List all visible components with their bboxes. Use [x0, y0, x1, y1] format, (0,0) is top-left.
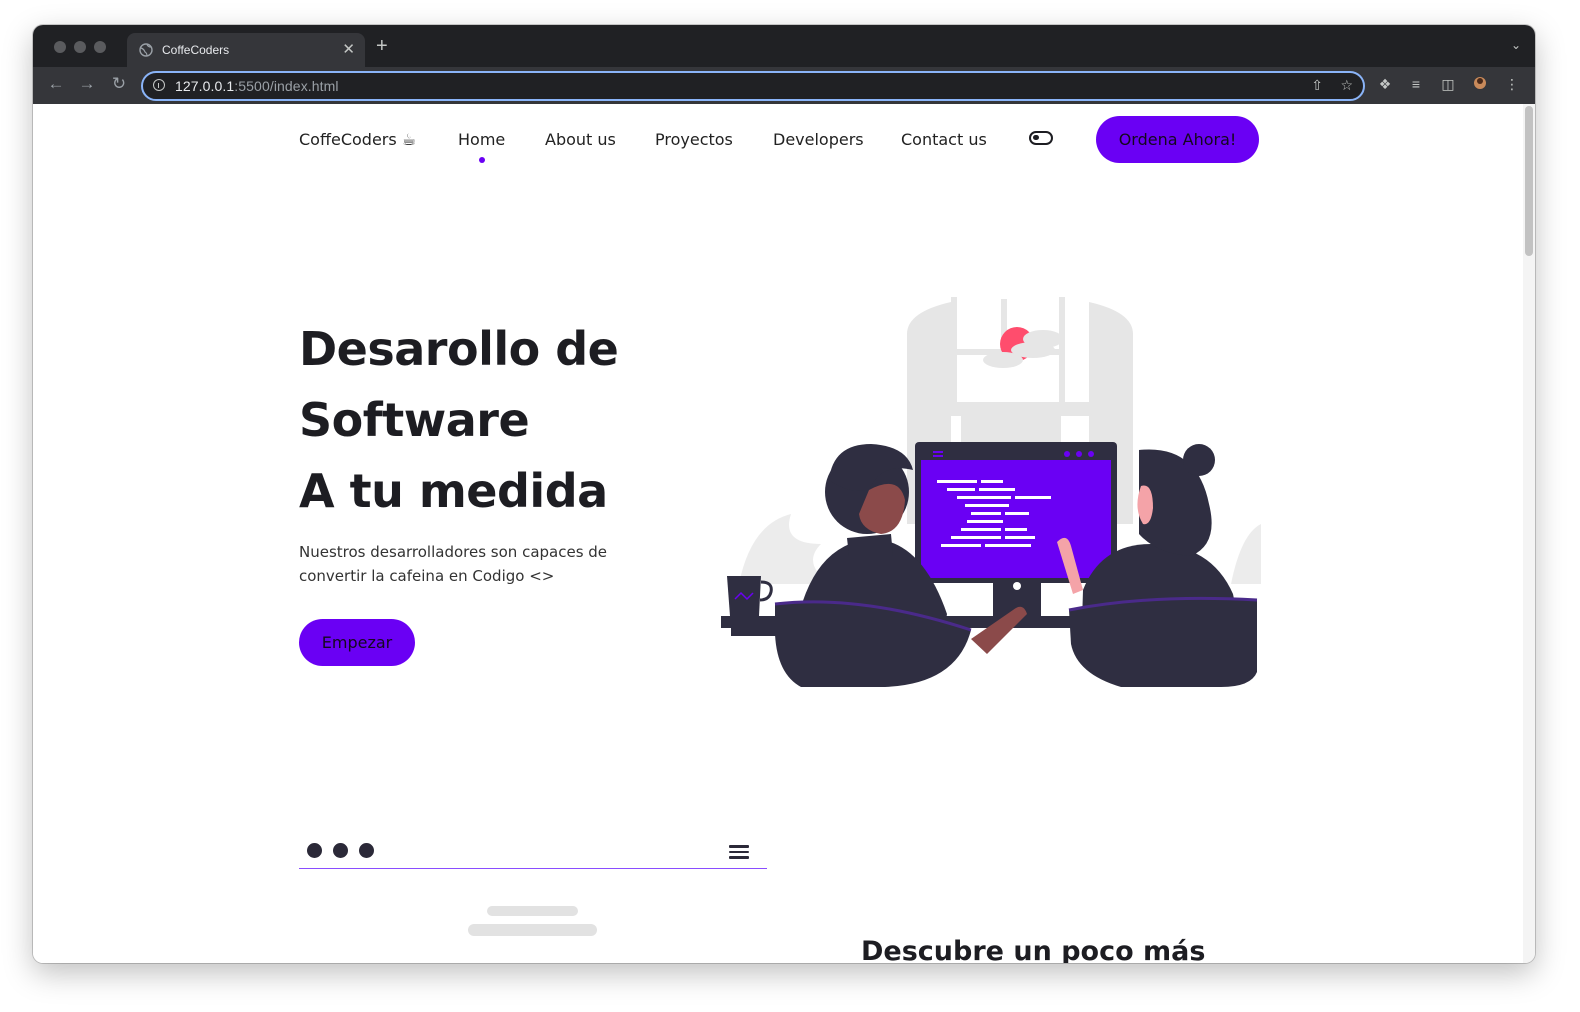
hero-description: Nuestros desarrolladores son capaces de …	[299, 543, 608, 585]
new-tab-button[interactable]: +	[376, 35, 388, 58]
side-panel-icon[interactable]: ◫	[1440, 76, 1456, 92]
url-host: 127.0.0.1	[175, 78, 235, 94]
order-now-button[interactable]: Ordena Ahora!	[1096, 116, 1259, 163]
scrollbar-thumb[interactable]	[1525, 106, 1533, 256]
reading-list-icon[interactable]: ≡	[1408, 76, 1424, 92]
profile-avatar-icon[interactable]	[1472, 76, 1488, 92]
hero-title: Desarollo de Software A tu medida	[299, 314, 619, 527]
skeleton-line	[487, 906, 578, 916]
skeleton-line	[468, 924, 597, 936]
maximize-window-button[interactable]	[94, 41, 106, 53]
tab-search-chevron-icon[interactable]: ⌄	[1511, 38, 1521, 52]
mockup-dot	[307, 843, 322, 858]
browser-toolbar: ← → ↻ 127.0.0.1:5500/index.html ⇧ ☆ ❖ ≡ …	[33, 67, 1535, 104]
globe-icon	[139, 43, 153, 57]
hero-title-line: A tu medida	[299, 464, 608, 518]
nav-link-proyectos[interactable]: Proyectos	[655, 130, 733, 149]
browser-tab[interactable]: CoffeCoders ✕	[127, 33, 365, 67]
hero-title-line: Desarollo de	[299, 322, 619, 376]
page-viewport: CoffeCoders ☕ Home About us Proyectos De…	[33, 104, 1523, 963]
developers-illustration	[721, 297, 1261, 687]
address-bar[interactable]: 127.0.0.1:5500/index.html ⇧ ☆	[141, 71, 1365, 101]
site-logo[interactable]: CoffeCoders ☕	[299, 130, 416, 149]
tab-title: CoffeCoders	[162, 43, 230, 57]
url-text: 127.0.0.1:5500/index.html	[175, 78, 339, 94]
theme-toggle-icon[interactable]	[1029, 131, 1053, 145]
mockup-dot	[333, 843, 348, 858]
browser-window: CoffeCoders ✕ + ⌄ ← → ↻ 127.0.0.1:5500/i…	[33, 25, 1535, 963]
browser-menu-icon[interactable]: ⋮	[1504, 76, 1520, 92]
section-title: Descubre un poco más	[861, 936, 1206, 963]
site-info-icon[interactable]	[153, 79, 165, 91]
nav-link-contact[interactable]: Contact us	[901, 130, 987, 149]
nav-link-about[interactable]: About us	[545, 130, 616, 149]
mockup-dot	[359, 843, 374, 858]
start-button[interactable]: Empezar	[299, 619, 415, 666]
hero-title-line: Software	[299, 393, 530, 447]
share-icon[interactable]: ⇧	[1311, 77, 1323, 94]
tab-strip: CoffeCoders ✕ + ⌄	[33, 25, 1535, 67]
page-scrollbar[interactable]	[1523, 104, 1535, 963]
close-window-button[interactable]	[54, 41, 66, 53]
extensions-puzzle-icon[interactable]: ❖	[1377, 76, 1393, 92]
reload-icon[interactable]: ↻	[109, 74, 129, 94]
url-path: :5500/index.html	[234, 78, 339, 94]
forward-arrow-icon[interactable]: →	[77, 74, 97, 94]
active-nav-indicator	[479, 157, 485, 163]
hamburger-menu-icon	[729, 845, 749, 859]
nav-link-developers[interactable]: Developers	[773, 130, 864, 149]
site-navbar: CoffeCoders ☕ Home About us Proyectos De…	[33, 104, 1523, 174]
back-arrow-icon[interactable]: ←	[46, 74, 66, 94]
bookmark-star-icon[interactable]: ☆	[1340, 77, 1353, 94]
tab-close-icon[interactable]: ✕	[342, 40, 355, 58]
mockup-header	[299, 838, 767, 869]
nav-link-home[interactable]: Home	[458, 130, 505, 149]
minimize-window-button[interactable]	[74, 41, 86, 53]
